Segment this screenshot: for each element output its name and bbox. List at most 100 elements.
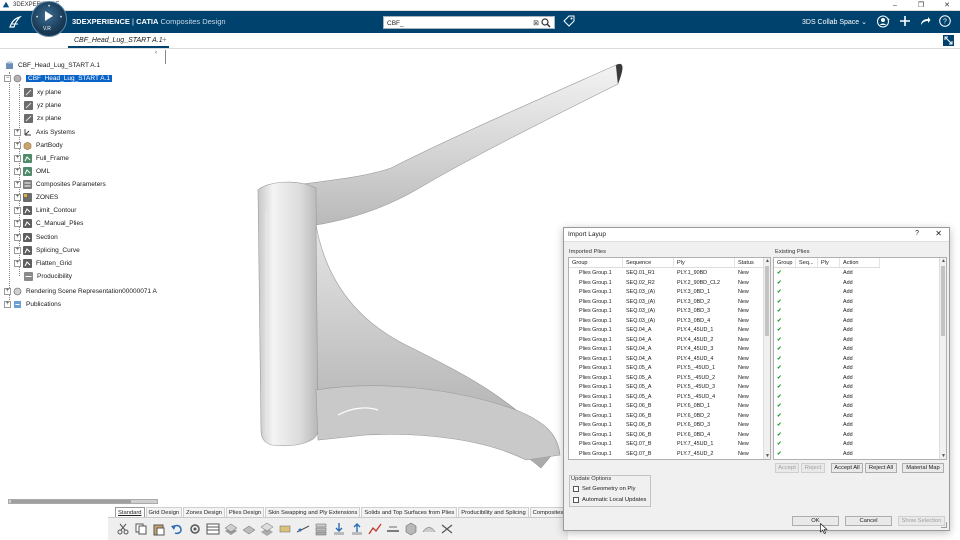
checkbox-box[interactable] bbox=[573, 486, 579, 492]
scroll-down-icon[interactable]: ▼ bbox=[764, 453, 770, 459]
imported-ply-row[interactable]: Plies Group.1 SEQ.04_A PLY.4_45UD_2 New bbox=[569, 336, 765, 346]
tab-document[interactable]: CBF_Head_Lug_START A.1 bbox=[68, 34, 169, 48]
restore-button[interactable]: ❐ bbox=[908, 0, 934, 11]
help-icon[interactable]: ? bbox=[939, 15, 951, 27]
existing-ply-row[interactable]: ✔ Add bbox=[774, 450, 880, 460]
tree-item-producibility[interactable]: Producibility bbox=[24, 270, 72, 282]
tree-item-zx-plane[interactable]: zx plane bbox=[24, 112, 61, 124]
cell-action[interactable]: Add bbox=[840, 431, 880, 441]
imported-ply-row[interactable]: Plies Group.1 SEQ.06_B PLY.6_0BD_3 New bbox=[569, 421, 765, 431]
material-map-button[interactable]: Material Map bbox=[902, 463, 944, 473]
settings-icon[interactable] bbox=[188, 522, 202, 536]
imported-ply-row[interactable]: Plies Group.1 SEQ.03_(A) PLY.3_0BD_2 New bbox=[569, 298, 765, 308]
compass-west-icon[interactable]: • bbox=[36, 15, 38, 21]
imported-ply-row[interactable]: Plies Group.1 SEQ.06_B PLY.6_0BD_1 New bbox=[569, 402, 765, 412]
expand-node-icon[interactable]: + bbox=[14, 246, 21, 254]
reject-all-button[interactable]: Reject All bbox=[865, 463, 897, 473]
expand-node-icon[interactable]: + bbox=[14, 154, 21, 162]
ply-icon[interactable] bbox=[242, 522, 256, 536]
imported-ply-row[interactable]: Plies Group.1 SEQ.04_A PLY.4_45UD_4 New bbox=[569, 355, 765, 365]
stacking-icon[interactable] bbox=[314, 522, 328, 536]
cell-action[interactable]: Add bbox=[840, 383, 880, 393]
imported-ply-row[interactable]: Plies Group.1 SEQ.03_(A) PLY.3_0BD_1 New bbox=[569, 288, 765, 298]
cell-action[interactable]: Add bbox=[840, 374, 880, 384]
flatten-icon[interactable] bbox=[386, 522, 400, 536]
accept-button[interactable]: Accept bbox=[775, 463, 799, 473]
existing-ply-row[interactable]: ✔ Add bbox=[774, 345, 880, 355]
imported-ply-row[interactable]: Plies Group.1 SEQ.06_B PLY.6_0BD_2 New bbox=[569, 412, 765, 422]
column-header-action[interactable]: Action bbox=[840, 258, 880, 267]
imported-ply-row[interactable]: Plies Group.1 SEQ.06_B PLY.6_0BD_4 New bbox=[569, 431, 765, 441]
imported-ply-row[interactable]: Plies Group.1 SEQ.07_B PLY.7_45UD_1 New bbox=[569, 440, 765, 450]
tab-standard[interactable]: Standard bbox=[115, 507, 145, 517]
compass-east-icon[interactable]: • bbox=[60, 15, 62, 21]
existing-ply-row[interactable]: ✔ Add bbox=[774, 431, 880, 441]
tree-item-splicing-curve[interactable]: + Splicing_Curve bbox=[14, 244, 80, 256]
cell-action[interactable]: Add bbox=[840, 412, 880, 422]
existing-ply-row[interactable]: ✔ Add bbox=[774, 298, 880, 308]
cell-action[interactable]: Add bbox=[840, 326, 880, 336]
column-header-sequence[interactable]: Seq... bbox=[796, 258, 818, 267]
copy-icon[interactable] bbox=[134, 522, 148, 536]
ply-exploder-icon[interactable] bbox=[260, 522, 274, 536]
tree-item-full-frame[interactable]: + Full_Frame bbox=[14, 152, 69, 164]
existing-table-scrollbar[interactable]: ▲ ▼ bbox=[939, 258, 946, 459]
export-icon[interactable] bbox=[350, 522, 364, 536]
tab-producibility-splicing[interactable]: Producibility and Splicing bbox=[458, 507, 529, 517]
tree-item-zones[interactable]: + ZONES bbox=[14, 191, 58, 203]
share-icon[interactable] bbox=[919, 15, 931, 27]
tab-skin-swapping[interactable]: Skin Swapping and Ply Extensions bbox=[265, 507, 361, 517]
tree-item-oml[interactable]: + OML bbox=[14, 165, 50, 177]
resize-grip[interactable] bbox=[941, 522, 947, 528]
imported-ply-row[interactable]: Plies Group.1 SEQ.05_A PLY.5_-45UD_2 New bbox=[569, 374, 765, 384]
tree-item-axis-systems[interactable]: + Axis Systems bbox=[14, 126, 75, 138]
column-header-status[interactable]: Status bbox=[735, 258, 765, 267]
imported-ply-row[interactable]: Plies Group.1 SEQ.05_A PLY.5_-45UD_1 New bbox=[569, 364, 765, 374]
cell-action[interactable]: Add bbox=[840, 402, 880, 412]
cell-action[interactable]: Add bbox=[840, 450, 880, 460]
expand-node-icon[interactable]: + bbox=[14, 128, 21, 136]
cell-action[interactable]: Add bbox=[840, 279, 880, 289]
set-geometry-checkbox[interactable]: Set Geometry on Ply bbox=[573, 486, 635, 492]
tree-item-flatten-grid[interactable]: + Flatten_Grid bbox=[14, 257, 72, 269]
expand-node-icon[interactable]: + bbox=[14, 193, 21, 201]
transition-icon[interactable] bbox=[296, 522, 310, 536]
cell-action[interactable]: Add bbox=[840, 288, 880, 298]
existing-ply-row[interactable]: ✔ Add bbox=[774, 269, 880, 279]
cell-action[interactable]: Add bbox=[840, 421, 880, 431]
imported-ply-row[interactable]: Plies Group.1 SEQ.05_A PLY.5_-45UD_4 New bbox=[569, 393, 765, 403]
import-icon[interactable] bbox=[332, 522, 346, 536]
cell-action[interactable]: Add bbox=[840, 336, 880, 346]
column-header-group[interactable]: Group bbox=[569, 258, 623, 267]
show-selection-button[interactable]: Show Selection bbox=[898, 516, 945, 526]
cell-action[interactable]: Add bbox=[840, 355, 880, 365]
play-icon[interactable] bbox=[45, 11, 53, 21]
scroll-up-icon[interactable]: ▲ bbox=[764, 258, 770, 264]
cell-action[interactable]: Add bbox=[840, 307, 880, 317]
tree-item-limit-contour[interactable]: + Limit_Contour bbox=[14, 204, 76, 216]
tree-item-rendering-scene[interactable]: + Rendering Scene Representation00000071… bbox=[4, 285, 157, 297]
core-icon[interactable] bbox=[278, 522, 292, 536]
cut-icon[interactable] bbox=[116, 522, 130, 536]
expand-node-icon[interactable]: + bbox=[14, 206, 21, 214]
tab-composites[interactable]: Composites bbox=[529, 507, 567, 517]
compass-me-icon[interactable]: • bbox=[48, 4, 50, 10]
imported-ply-row[interactable]: Plies Group.1 SEQ.03_(A) PLY.3_0BD_3 New bbox=[569, 307, 765, 317]
scroll-down-icon[interactable]: ▼ bbox=[940, 453, 946, 459]
undo-icon[interactable] bbox=[170, 522, 184, 536]
checkbox-box[interactable] bbox=[573, 497, 579, 503]
tab-solids-top-surfaces[interactable]: Solids and Top Surfaces from Plies bbox=[361, 507, 458, 517]
tree-part[interactable]: − CBF_Head_Lug_START A.1 bbox=[4, 72, 114, 84]
existing-ply-row[interactable]: ✔ Add bbox=[774, 326, 880, 336]
tag-icon[interactable] bbox=[563, 15, 575, 27]
imported-ply-row[interactable]: Plies Group.1 SEQ.04_A PLY.4_45UD_1 New bbox=[569, 326, 765, 336]
tab-plies-design[interactable]: Plies Design bbox=[225, 507, 265, 517]
imported-ply-row[interactable]: Plies Group.1 SEQ.02_R2 PLY.2_90BD_CL2 New bbox=[569, 279, 765, 289]
compass-widget[interactable]: • • • V.R bbox=[31, 1, 67, 37]
expand-node-icon[interactable]: + bbox=[14, 180, 21, 188]
expand-node-icon[interactable]: + bbox=[14, 259, 21, 267]
cell-action[interactable]: Add bbox=[840, 317, 880, 327]
layer-table-icon[interactable] bbox=[206, 522, 220, 536]
imported-table-scrollbar[interactable]: ▲ ▼ bbox=[763, 258, 770, 459]
search-input[interactable] bbox=[387, 18, 527, 28]
